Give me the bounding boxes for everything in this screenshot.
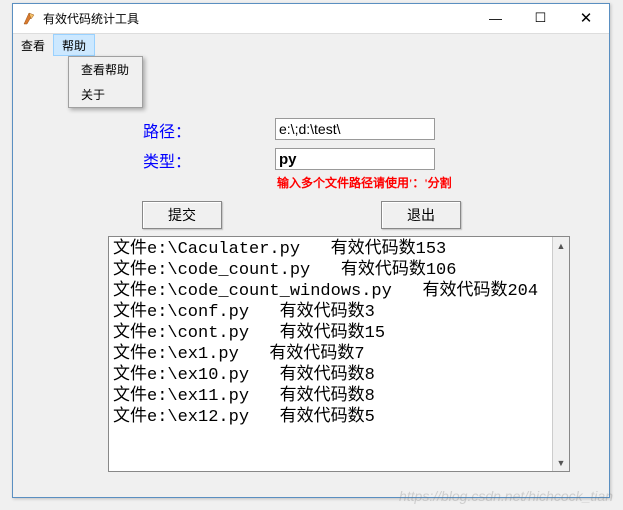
path-input[interactable] xyxy=(275,118,435,140)
app-window: 有效代码统计工具 ― ☐ ✕ 查看 帮助 查看帮助 关于 路径： 类型： 输入多… xyxy=(12,3,610,498)
type-input[interactable] xyxy=(275,148,435,170)
window-controls: ― ☐ ✕ xyxy=(473,4,609,33)
output-textarea[interactable]: 文件e:\Caculater.py 有效代码数153 文件e:\code_cou… xyxy=(109,237,552,471)
menu-view-help[interactable]: 查看帮助 xyxy=(69,57,142,82)
titlebar: 有效代码统计工具 ― ☐ ✕ xyxy=(13,4,609,34)
minimize-button[interactable]: ― xyxy=(473,4,518,32)
client-area: 路径： 类型： 输入多个文件路径请使用'：'分割 提交 退出 文件e:\Cacu… xyxy=(13,56,609,497)
type-label: 类型： xyxy=(143,148,213,172)
type-row: 类型： xyxy=(143,148,213,172)
app-feather-icon xyxy=(21,11,37,27)
scroll-down-icon[interactable]: ▼ xyxy=(553,454,569,471)
close-button[interactable]: ✕ xyxy=(563,4,609,32)
submit-button[interactable]: 提交 xyxy=(142,201,222,229)
menu-view[interactable]: 查看 xyxy=(13,34,53,56)
exit-button[interactable]: 退出 xyxy=(381,201,461,229)
maximize-button[interactable]: ☐ xyxy=(518,4,563,32)
menubar: 查看 帮助 xyxy=(13,34,609,56)
window-title: 有效代码统计工具 xyxy=(43,10,473,27)
scroll-up-icon[interactable]: ▲ xyxy=(553,237,569,254)
menu-help[interactable]: 帮助 xyxy=(53,34,95,56)
path-label: 路径： xyxy=(143,118,213,142)
watermark: https://blog.csdn.net/hichcock_tian xyxy=(399,488,613,504)
help-dropdown: 查看帮助 关于 xyxy=(68,56,143,108)
hint-text: 输入多个文件路径请使用'：'分割 xyxy=(277,174,452,191)
menu-about[interactable]: 关于 xyxy=(69,82,142,107)
output-container: 文件e:\Caculater.py 有效代码数153 文件e:\code_cou… xyxy=(108,236,570,472)
scrollbar[interactable]: ▲ ▼ xyxy=(552,237,569,471)
path-row: 路径： xyxy=(143,118,213,142)
